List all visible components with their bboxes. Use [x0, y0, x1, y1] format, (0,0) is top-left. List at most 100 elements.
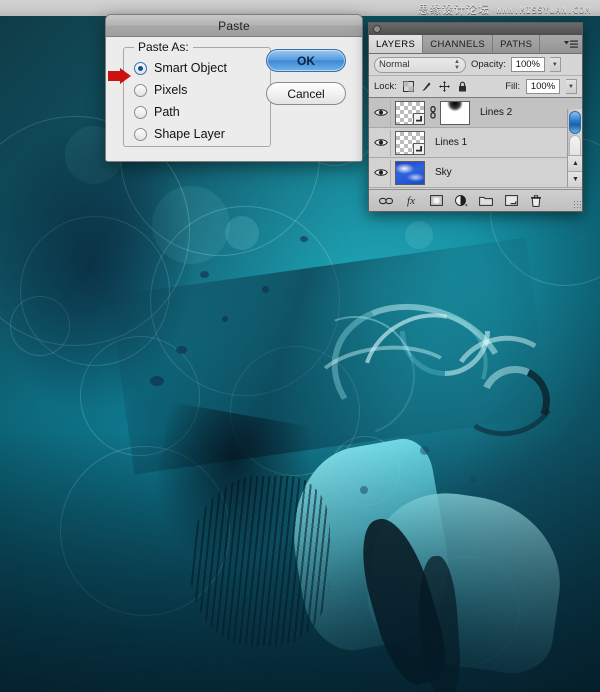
radio-button-icon[interactable] — [134, 61, 147, 75]
link-layers-glyph — [379, 197, 393, 204]
radio-label: Pixels — [154, 83, 188, 97]
layer-row-lines-1[interactable]: Lines 1 — [369, 128, 582, 158]
eye-icon — [373, 139, 388, 146]
layer-mask-thumbnail[interactable] — [440, 100, 470, 125]
cancel-button-label: Cancel — [287, 86, 325, 101]
new-adjustment-layer-icon[interactable] — [454, 194, 468, 208]
radio-option-pixels[interactable]: Pixels — [134, 83, 187, 97]
paste-as-fieldset: Paste As: Smart Object Pixels Path Shape… — [123, 40, 271, 147]
paste-as-legend: Paste As: — [134, 40, 193, 54]
layer-mask-glyph — [429, 195, 443, 206]
ok-button-label: OK — [297, 53, 315, 68]
panel-resize-grip[interactable] — [573, 200, 582, 209]
layers-list: Lines 2 Lines 1 Sky — [369, 98, 582, 188]
tab-channels-label: CHANNELS — [430, 38, 486, 50]
layers-panel-footer[interactable]: fx — [369, 189, 582, 211]
radio-option-path[interactable]: Path — [134, 105, 180, 119]
scrollbar-arrows[interactable]: ▲ ▼ — [568, 155, 582, 187]
link-layers-icon[interactable] — [379, 194, 393, 208]
tab-layers[interactable]: LAYERS — [369, 35, 424, 53]
artwork-splat — [300, 236, 308, 242]
artwork-splat — [262, 286, 269, 293]
radio-button-icon[interactable] — [134, 105, 147, 119]
opacity-chevron-down-icon[interactable]: ▼ — [549, 57, 561, 72]
layer-visibility-toggle[interactable] — [371, 99, 391, 126]
new-layer-icon[interactable] — [504, 194, 518, 208]
add-layer-mask-icon[interactable] — [429, 194, 443, 208]
layers-scrollbar[interactable]: ▲ ▼ — [567, 109, 582, 187]
half-circle-glyph — [454, 194, 467, 206]
layer-mask-link-icon[interactable] — [428, 105, 437, 121]
cancel-button[interactable]: Cancel — [266, 82, 346, 105]
smart-object-badge-icon — [413, 142, 424, 154]
artwork-splat — [150, 376, 164, 386]
layers-panel[interactable]: LAYERS CHANNELS PATHS Normal ▲ ▼ Opacity… — [368, 22, 583, 212]
artwork-shadow-bottom — [0, 432, 600, 692]
layer-visibility-toggle[interactable] — [371, 159, 391, 186]
lock-row[interactable]: Lock: Fill: 100% ▼ — [369, 76, 582, 98]
annotation-arrow-icon — [108, 68, 131, 84]
lock-transparency-icon[interactable] — [402, 81, 414, 92]
tab-channels[interactable]: CHANNELS — [423, 35, 494, 53]
chevron-updown-icon[interactable]: ▲ ▼ — [454, 59, 460, 71]
delete-layer-icon[interactable] — [529, 194, 543, 208]
radio-label: Shape Layer — [154, 127, 225, 141]
paste-dialog[interactable]: Paste Paste As: Smart Object Pixels Path — [105, 14, 363, 162]
ok-button[interactable]: OK — [266, 49, 346, 72]
layer-thumbnail[interactable] — [395, 100, 425, 125]
layer-name: Sky — [435, 167, 452, 178]
scroll-up-arrow-icon[interactable]: ▲ — [568, 155, 582, 171]
tab-paths[interactable]: PATHS — [493, 35, 541, 53]
lock-all-icon[interactable] — [457, 81, 468, 92]
chain-link-glyph — [429, 106, 436, 119]
tab-layers-label: LAYERS — [376, 38, 416, 50]
radio-option-smart-object[interactable]: Smart Object — [134, 61, 227, 75]
lock-label: Lock: — [374, 81, 397, 92]
eye-icon — [373, 109, 388, 116]
new-group-icon[interactable] — [479, 194, 493, 208]
layer-row-sky[interactable]: Sky — [369, 158, 582, 188]
panel-menu-glyph — [564, 40, 578, 48]
layer-name: Lines 2 — [480, 107, 513, 118]
blend-mode-select[interactable]: Normal ▲ ▼ — [374, 56, 466, 73]
new-layer-glyph — [504, 195, 518, 206]
opacity-label: Opacity: — [471, 59, 506, 70]
paste-dialog-body: Paste As: Smart Object Pixels Path Shape… — [106, 37, 362, 161]
scroll-down-arrow-icon[interactable]: ▼ — [568, 171, 582, 187]
fill-label: Fill: — [505, 81, 520, 92]
tab-paths-label: PATHS — [500, 38, 533, 50]
artwork-disc — [405, 221, 433, 249]
paste-dialog-titlebar[interactable]: Paste — [106, 15, 362, 37]
folder-glyph — [479, 196, 493, 206]
layer-style-fx-icon[interactable]: fx — [404, 194, 418, 208]
smart-object-badge-icon — [413, 112, 424, 124]
tab-bar-spacer — [540, 35, 560, 53]
radio-label: Path — [154, 105, 180, 119]
layer-thumbnail[interactable] — [395, 130, 425, 155]
radio-button-icon[interactable] — [134, 127, 147, 141]
paste-dialog-title: Paste — [218, 18, 250, 33]
lock-position-icon[interactable] — [438, 81, 450, 92]
panel-menu-icon[interactable] — [560, 35, 582, 53]
radio-button-icon[interactable] — [134, 83, 147, 97]
layer-row-lines-2[interactable]: Lines 2 — [369, 98, 582, 128]
radio-option-shape-layer[interactable]: Shape Layer — [134, 127, 225, 141]
artwork-splat — [176, 346, 187, 354]
trash-glyph — [531, 194, 541, 207]
blend-mode-value: Normal — [379, 59, 410, 70]
panel-drag-grip[interactable] — [369, 23, 582, 35]
lock-icon-group[interactable] — [402, 81, 468, 92]
panel-tabs[interactable]: LAYERS CHANNELS PATHS — [369, 35, 582, 54]
panel-collapse-icon[interactable] — [373, 25, 381, 33]
fill-chevron-down-icon[interactable]: ▼ — [566, 79, 577, 94]
screenshot-root: 思缘设计论坛 WWW.MISSYUAN.COM Paste Paste As: … — [0, 0, 600, 692]
eye-icon — [373, 169, 388, 176]
opacity-input[interactable]: 100% — [510, 57, 545, 72]
blend-mode-row[interactable]: Normal ▲ ▼ Opacity: 100% ▼ — [369, 54, 582, 76]
layer-visibility-toggle[interactable] — [371, 129, 391, 156]
layer-thumbnail[interactable] — [395, 160, 425, 185]
artwork-splat — [200, 271, 209, 278]
fill-input[interactable]: 100% — [526, 79, 560, 94]
scrollbar-thumb[interactable] — [569, 111, 581, 134]
lock-image-icon[interactable] — [421, 81, 432, 92]
